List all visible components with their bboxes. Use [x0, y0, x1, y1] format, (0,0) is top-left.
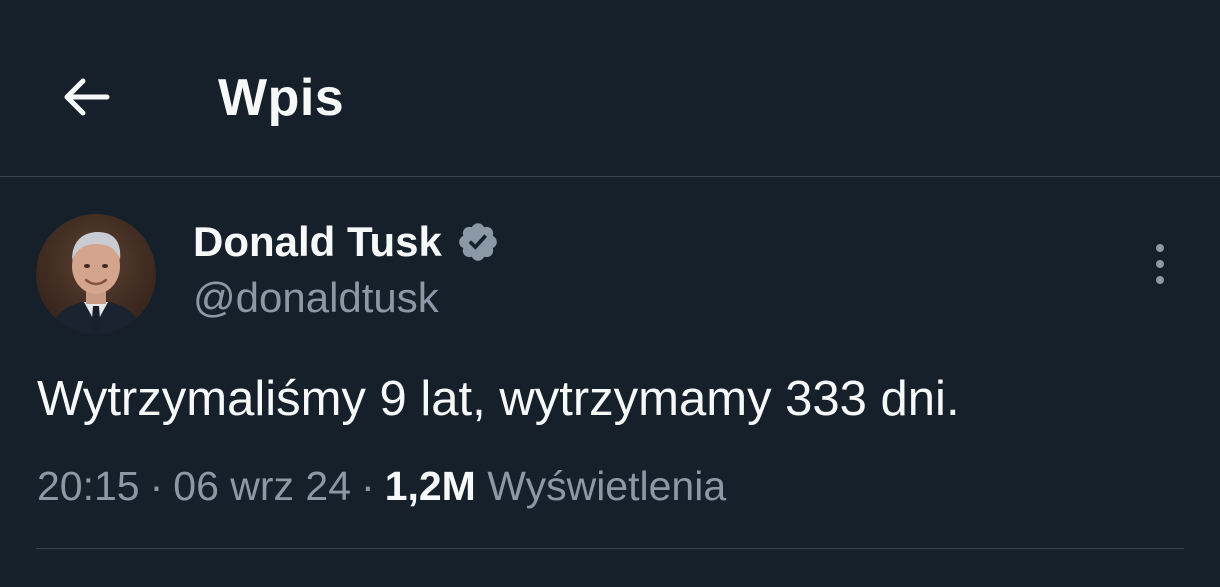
author-display-name[interactable]: Donald Tusk — [193, 216, 442, 268]
divider — [36, 548, 1184, 549]
avatar-photo — [36, 214, 156, 334]
more-vertical-icon-dot — [1156, 260, 1164, 268]
back-button[interactable] — [54, 66, 116, 128]
verified-badge-icon[interactable] — [456, 220, 500, 264]
views-label[interactable]: Wyświetlenia — [487, 463, 726, 509]
views-count[interactable]: 1,2M — [385, 463, 476, 509]
page-title: Wpis — [218, 69, 345, 127]
meta-separator: · — [361, 463, 375, 509]
author-name-row: Donald Tusk — [193, 214, 500, 270]
post-meta: 20:15 · 06 wrz 24 · 1,2M Wyświetlenia — [37, 458, 726, 514]
avatar[interactable] — [36, 214, 156, 334]
post-text: Wytrzymaliśmy 9 lat, wytrzymamy 333 dni. — [37, 372, 960, 426]
post-time[interactable]: 20:15 — [37, 463, 140, 509]
meta-separator: · — [149, 463, 164, 509]
post-date[interactable]: 06 wrz 24 — [173, 463, 351, 509]
more-vertical-icon — [1156, 244, 1164, 252]
author-handle[interactable]: @donaldtusk — [193, 272, 439, 324]
more-vertical-icon-dot — [1156, 276, 1164, 284]
more-options-button[interactable] — [1136, 236, 1184, 292]
arrow-left-icon — [64, 78, 110, 116]
top-bar: Wpis — [0, 0, 1220, 177]
